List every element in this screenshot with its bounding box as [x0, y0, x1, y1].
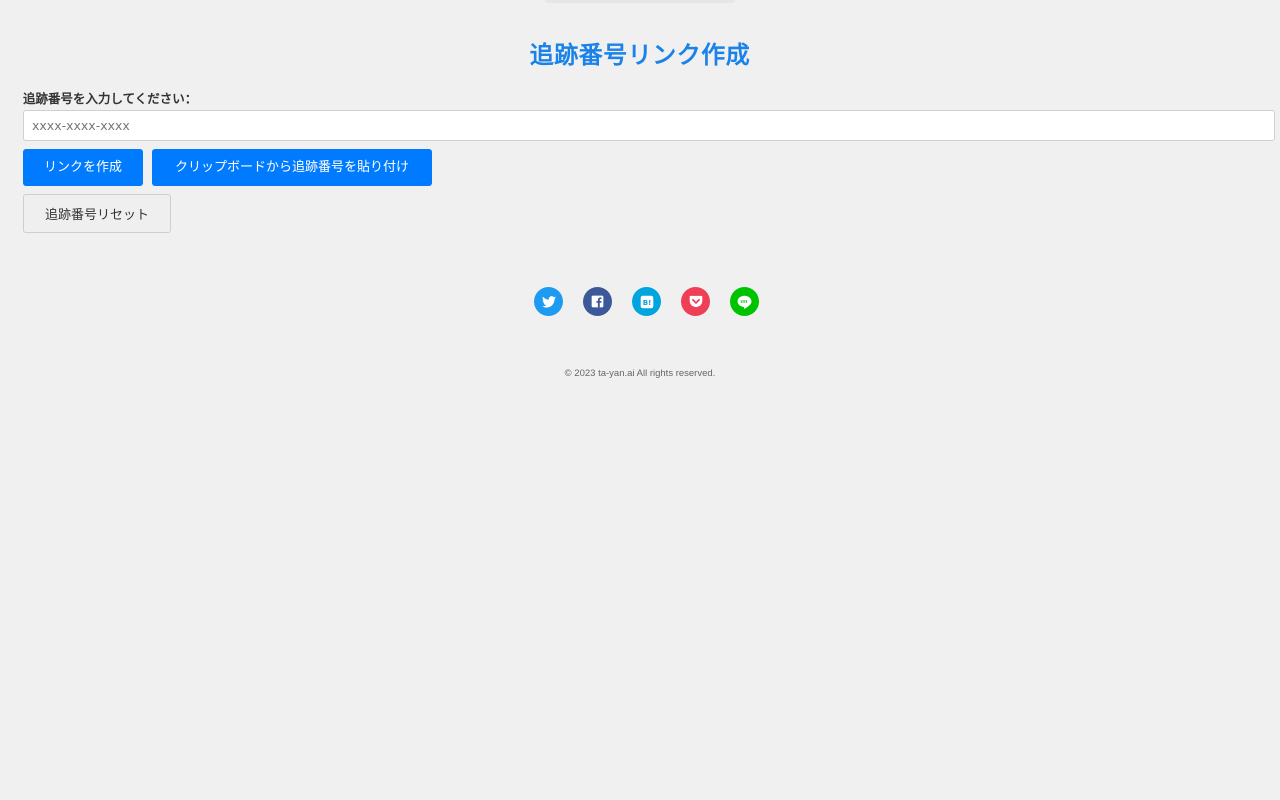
share-pocket-button[interactable]: [681, 287, 710, 316]
hatena-bookmark-icon: B!: [640, 295, 653, 308]
share-line-button[interactable]: [730, 287, 759, 316]
create-link-button[interactable]: リンクを作成: [23, 149, 143, 186]
share-hatena-button[interactable]: B!: [632, 287, 661, 316]
tracking-number-input[interactable]: [23, 110, 1275, 141]
reset-tracking-number-button[interactable]: 追跡番号リセット: [23, 194, 171, 233]
footer-copyright: © 2023 ta-yan.ai All rights reserved.: [564, 368, 716, 379]
svg-text:B!: B!: [642, 299, 651, 307]
line-icon: [737, 295, 752, 309]
tracking-number-label: 追跡番号を入力してください：: [23, 91, 198, 106]
share-twitter-button[interactable]: [534, 287, 563, 316]
main-container: 追跡番号リンク作成 追跡番号を入力してください： リンクを作成 クリップボードか…: [0, 0, 1280, 233]
action-button-row: リンクを作成 クリップボードから追跡番号を貼り付け: [23, 149, 1257, 186]
share-buttons: B!: [534, 287, 759, 316]
page-title: 追跡番号リンク作成: [529, 41, 751, 69]
pocket-icon: [689, 295, 702, 308]
share-facebook-button[interactable]: [583, 287, 612, 316]
twitter-icon: [541, 295, 556, 308]
paste-from-clipboard-button[interactable]: クリップボードから追跡番号を貼り付け: [152, 149, 432, 186]
facebook-icon: [591, 295, 604, 308]
